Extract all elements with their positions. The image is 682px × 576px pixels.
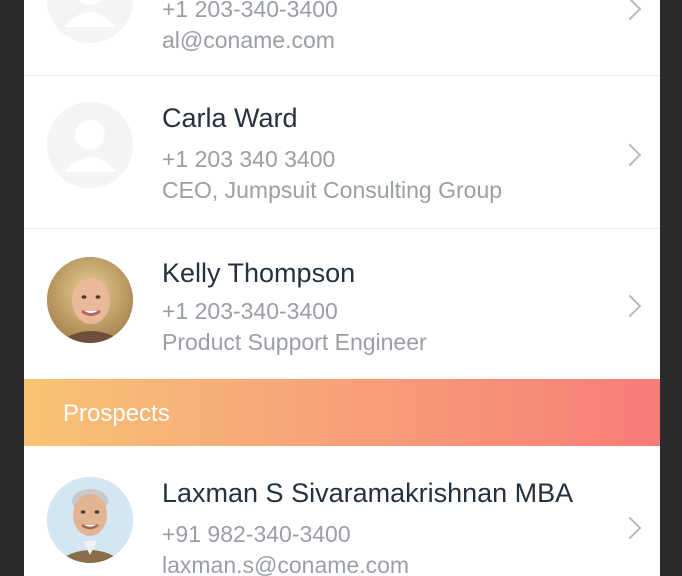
contact-title: CEO, Jumpsuit Consulting Group	[162, 177, 503, 203]
chevron-right-icon	[618, 143, 642, 167]
contact-row[interactable]: Kelly Thompson +1 203-340-3400 Product S…	[24, 229, 660, 379]
contact-phone: +91 982-340-3400	[162, 521, 351, 547]
contact-name: Kelly Thompson	[162, 258, 356, 288]
photo-avatar	[47, 257, 133, 343]
chevron-right-icon	[618, 0, 642, 21]
contact-title: Product Support Engineer	[162, 329, 427, 355]
section-header-prospects: Prospects	[24, 379, 660, 446]
contact-name: Laxman S Sivaramakrishnan MBA	[162, 478, 574, 508]
contact-email: laxman.s@coname.com	[162, 552, 410, 576]
section-label: Prospects	[63, 400, 170, 427]
contact-name: Carla Ward	[162, 103, 298, 133]
person-placeholder-icon	[47, 0, 133, 43]
contact-row[interactable]: Laxman S Sivaramakrishnan MBA +91 982-34…	[24, 446, 660, 576]
photo-avatar	[47, 477, 133, 563]
chevron-right-icon	[618, 516, 642, 540]
contact-row[interactable]: +1 203-340-3400 al@coname.com	[24, 0, 660, 76]
avatar	[47, 0, 133, 43]
contact-email: al@coname.com	[162, 27, 335, 53]
contact-row[interactable]: Carla Ward +1 203 340 3400 CEO, Jumpsuit…	[24, 76, 660, 229]
contact-list: +1 203-340-3400 al@coname.com Carla Ward…	[24, 0, 660, 576]
chevron-right-icon	[618, 294, 642, 318]
avatar	[47, 257, 133, 343]
avatar	[47, 477, 133, 563]
contact-phone: +1 203-340-3400	[162, 0, 338, 22]
contact-phone: +1 203-340-3400	[162, 298, 338, 324]
person-placeholder-icon	[47, 102, 133, 188]
avatar	[47, 102, 133, 188]
contact-phone: +1 203 340 3400	[162, 146, 336, 172]
